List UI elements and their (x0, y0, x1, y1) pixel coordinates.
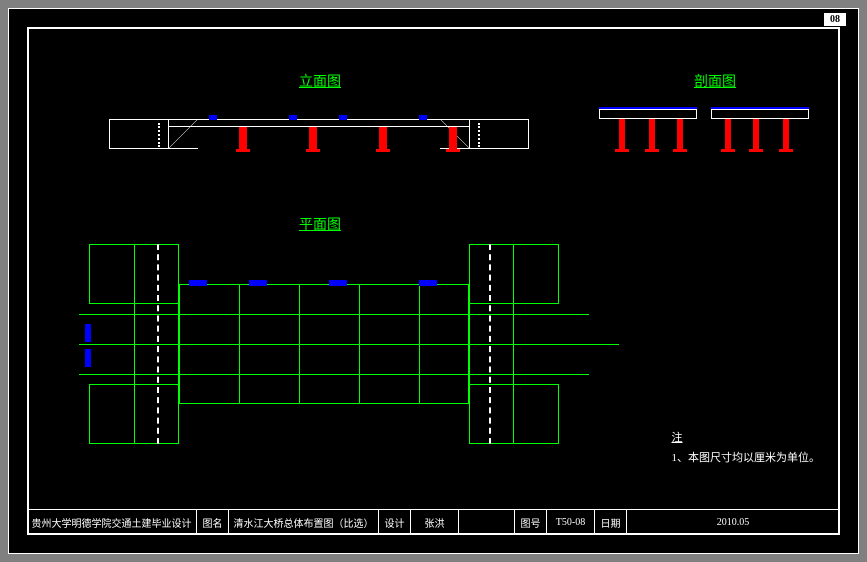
bearing-plan (419, 280, 437, 286)
pier-line (359, 284, 360, 404)
bearing (419, 115, 427, 120)
title-block: 贵州大学明德学院交通土建毕业设计 图名 清水江大桥总体布置图（比选） 设计 张洪… (27, 509, 840, 535)
bearing-plan (85, 349, 91, 367)
tb-drawing-title: 清水江大桥总体布置图（比选） (229, 510, 379, 535)
bearing-plan (249, 280, 267, 286)
pier-line (419, 284, 420, 404)
bearing-plan (85, 324, 91, 342)
bearing (289, 115, 297, 120)
surfacing-left (599, 107, 697, 109)
pier (379, 127, 387, 149)
bearing-plan (329, 280, 347, 286)
expansion-joint (157, 244, 159, 444)
plan-title: 平面图 (299, 214, 341, 234)
tb-drawing-number: T50-08 (547, 510, 595, 535)
section-pier (753, 119, 759, 149)
pier (449, 127, 457, 149)
tb-date: 2010.05 (627, 510, 840, 535)
surfacing-right (711, 107, 809, 109)
tb-number-label: 图号 (515, 510, 547, 535)
notes-header: 注 (672, 429, 821, 445)
bearing (209, 115, 217, 120)
section-pier (619, 119, 625, 149)
tb-logo (459, 510, 515, 535)
deck-slab-right (711, 109, 809, 119)
expansion-joint (489, 244, 491, 444)
section-title: 剖面图 (694, 71, 736, 91)
bearing (339, 115, 347, 120)
section-view (599, 109, 809, 179)
bearing-plan (189, 280, 207, 286)
plan-view (89, 244, 559, 444)
tb-designer: 张洪 (411, 510, 459, 535)
section-pier (783, 119, 789, 149)
elevation-title: 立面图 (299, 71, 341, 91)
tb-design-label: 设计 (379, 510, 411, 535)
section-pier (725, 119, 731, 149)
abutment-right (469, 119, 529, 149)
deck-slab-left (599, 109, 697, 119)
section-pier (649, 119, 655, 149)
tb-date-label: 日期 (595, 510, 627, 535)
elevation-view (109, 109, 529, 169)
note-item-1: 1、本图尺寸均以厘米为单位。 (672, 452, 821, 464)
abutment-joint (158, 123, 160, 147)
pier (239, 127, 247, 149)
abutment-left (109, 119, 169, 149)
sheet-number-box: 08 (824, 13, 846, 26)
approach-slab (469, 244, 514, 444)
tb-name-label: 图名 (197, 510, 229, 535)
pier (309, 127, 317, 149)
cad-canvas[interactable]: 08 立面图 剖面图 平面图 (8, 8, 859, 554)
abutment-joint (478, 123, 480, 147)
pier-line (239, 284, 240, 404)
section-pier (677, 119, 683, 149)
tb-organization: 贵州大学明德学院交通土建毕业设计 (27, 510, 197, 535)
deck-plan (179, 284, 469, 404)
pier-line (299, 284, 300, 404)
bridge-deck (169, 119, 469, 127)
notes-block: 注 1、本图尺寸均以厘米为单位。 (672, 429, 821, 465)
